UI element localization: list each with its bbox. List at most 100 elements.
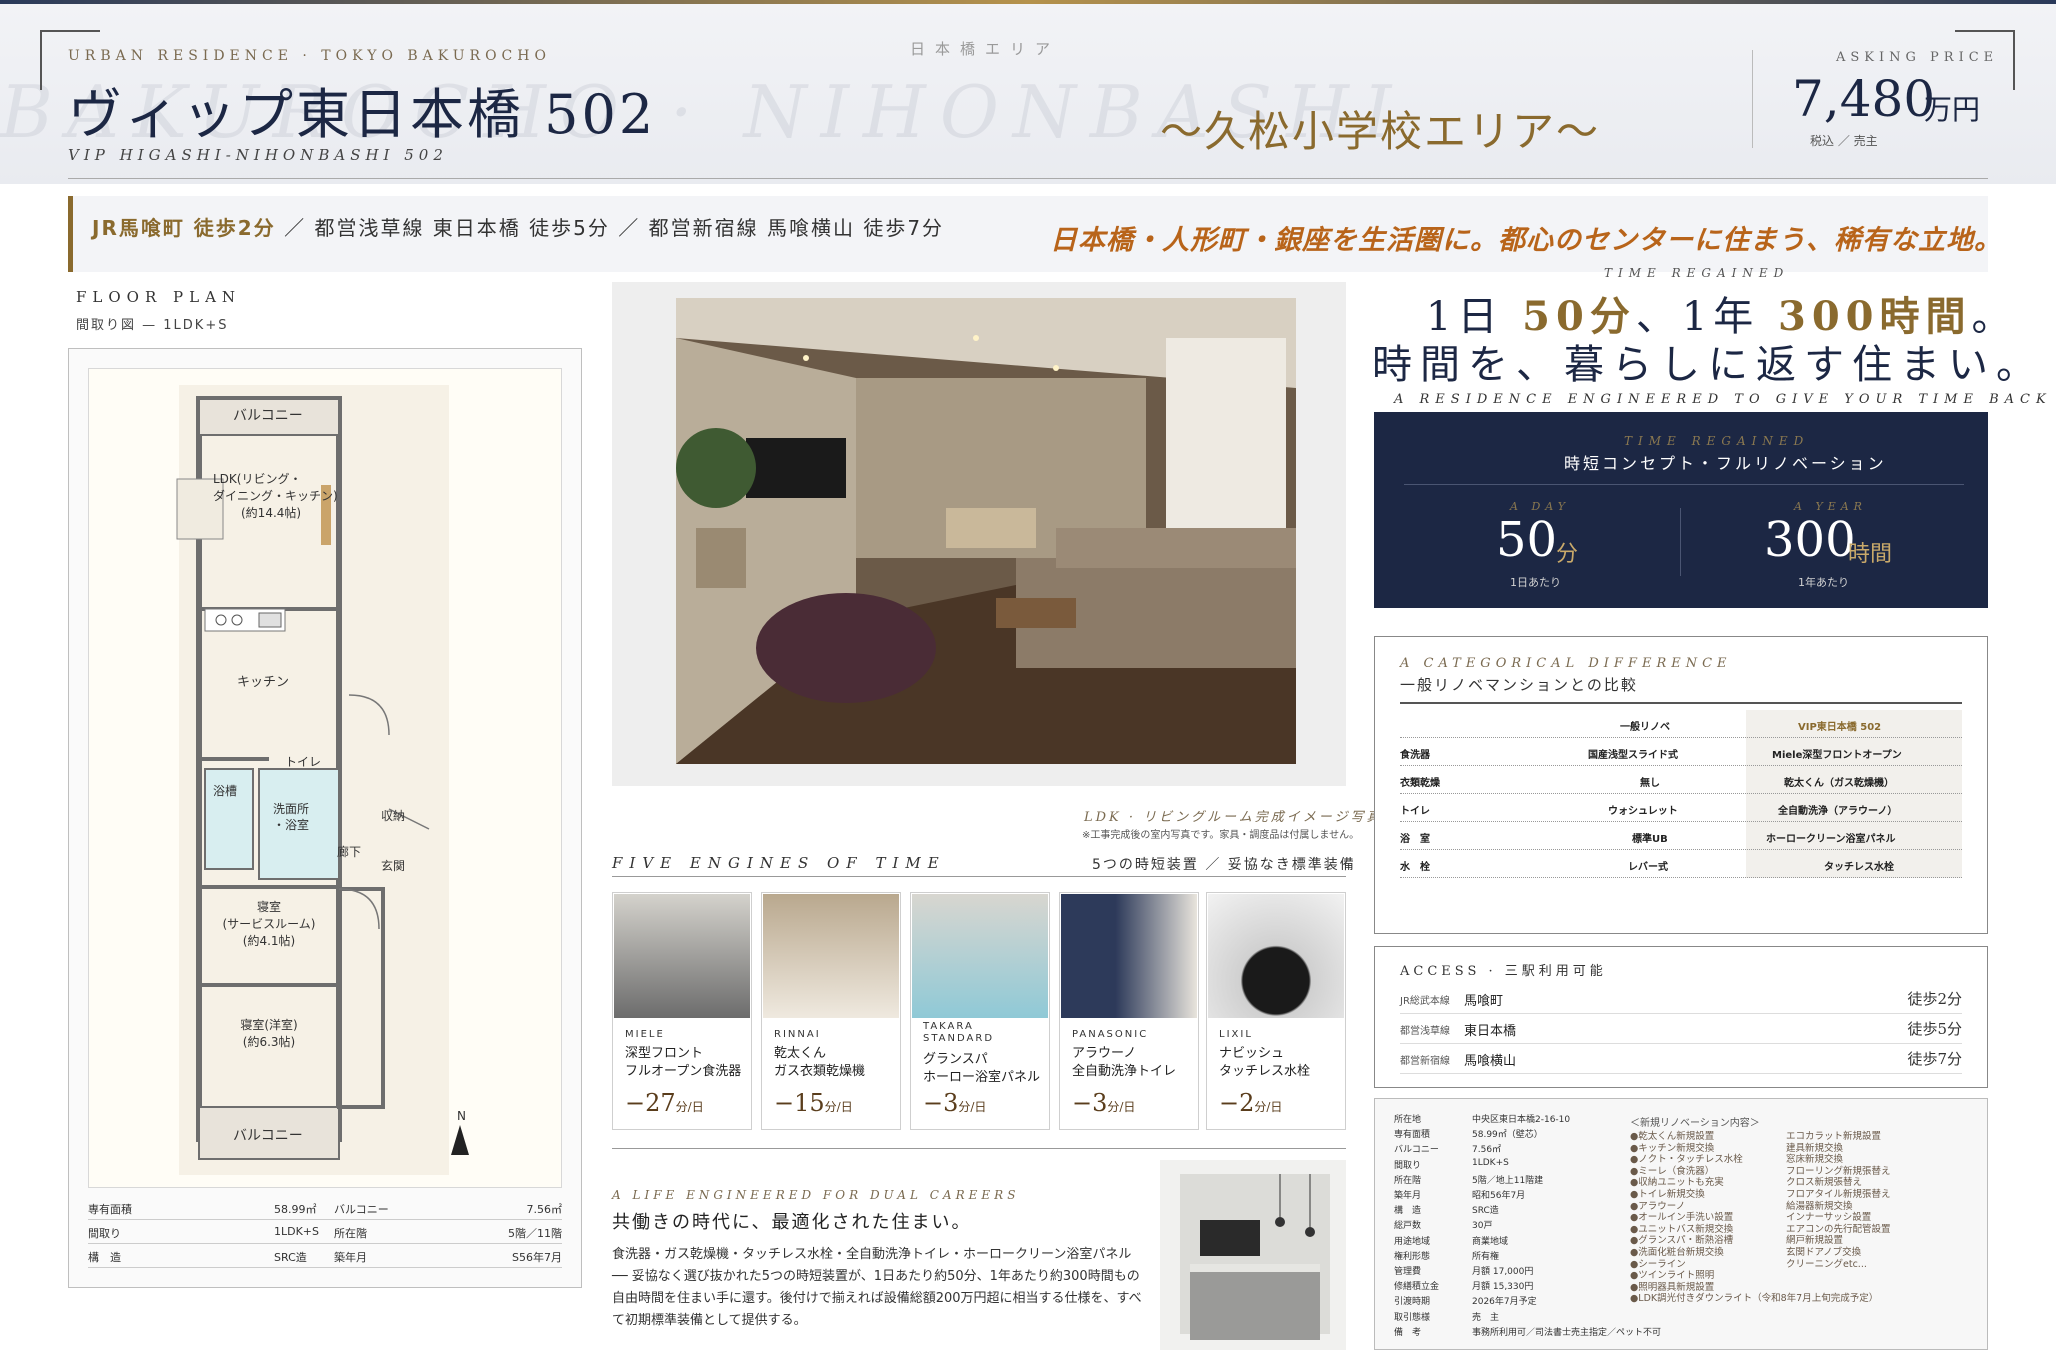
compass-n-label: N <box>457 1109 466 1123</box>
time-concept-title: 時短コンセプト・フルリノベーション <box>1564 454 1887 473</box>
room-washroom-line2: ・浴室 <box>273 818 310 832</box>
fp-key: 築年月 <box>334 1251 367 1264</box>
renovation-item: ●LDK調光付きダウンライト（令和8年7月上旬完成予定） <box>1630 1293 1879 1305</box>
engine-name-line2: ガス衣類乾燥機 <box>774 1064 866 1079</box>
col-vip-header: VIP東日本橋 502 <box>1798 722 1882 733</box>
engine-saving: −3分/日 <box>923 1089 986 1117</box>
renovation-item: クリーニングetc... <box>1786 1258 1867 1270</box>
floor-plan-label: FLOOR PLAN <box>76 288 242 306</box>
compare-item: 水 栓 <box>1400 862 1430 873</box>
area-label: 日本橋エリア <box>910 40 1061 58</box>
fp-value: 1LDK+S <box>274 1225 320 1238</box>
spec-value: 商業地域 <box>1472 1236 1509 1247</box>
engine-brand: PANASONIC <box>1072 1029 1149 1040</box>
room-hall: 廊下 <box>337 845 362 859</box>
comparison-title: 一般リノベマンションとの比較 <box>1400 676 1638 694</box>
compare-item: 衣類乾燥 <box>1400 778 1440 789</box>
compare-vip: ホーロークリーン浴室パネル <box>1766 834 1896 845</box>
spec-value: SRC造 <box>1472 1206 1499 1217</box>
comparison-row: 食洗器 国産浅型スライド式 Miele深型フロントオープン <box>1400 738 1962 766</box>
room-bedroom-western-line2: (約6.3帖) <box>242 1035 296 1049</box>
access-line: 都営新宿線 <box>1400 1056 1450 1067</box>
engine-card-faucet: LIXIL ナビッシュ タッチレス水栓 −2分/日 <box>1206 892 1346 1130</box>
comparison-row: 浴 室 標準UB ホーロークリーン浴室パネル <box>1400 822 1962 850</box>
engine-name: 乾太くん ガス衣類乾燥機 <box>774 1045 865 1081</box>
price-value: 7,480 <box>1792 70 1936 128</box>
engine-saving-value: −3 <box>923 1089 959 1117</box>
col-general-header: 一般リノベ <box>1620 722 1670 733</box>
compare-general: レバー式 <box>1628 862 1668 873</box>
engine-name-line2: タッチレス水栓 <box>1219 1064 1311 1079</box>
engine-brand: RINNAI <box>774 1029 821 1040</box>
access-line: JR総武本線 <box>1400 996 1450 1007</box>
room-ldk-line2: ダイニング・キッチン) <box>213 489 338 503</box>
bath-image <box>912 894 1048 1018</box>
dual-careers-body: 食洗器・ガス乾燥機・タッチレス水栓・全自動洗浄トイレ・ホーロークリーン浴室パネル… <box>612 1247 1142 1328</box>
time-concept-rule <box>1404 484 1964 485</box>
compare-vip: 全自動洗浄（アラウーノ） <box>1778 806 1898 817</box>
engine-saving-unit: 分/日 <box>675 1100 704 1114</box>
time-english: A RESIDENCE ENGINEERED TO GIVE YOUR TIME… <box>1394 392 2052 407</box>
kitchen-photo-illustration <box>1160 1160 1346 1350</box>
room-kitchen: キッチン <box>237 675 290 690</box>
access-station: 馬喰横山 <box>1464 1054 1517 1069</box>
spec-key: 築年月 <box>1394 1191 1422 1201</box>
fp-key: 専有面積 <box>88 1203 132 1216</box>
comparison-rule <box>1400 702 1962 704</box>
spec-key: 所在階 <box>1394 1175 1422 1186</box>
time-concept-label: TIME REGAINED <box>1624 434 1810 448</box>
header-rule <box>68 178 1988 179</box>
fp-value: 5階／11階 <box>508 1227 562 1240</box>
spec-key: 用途地域 <box>1394 1236 1431 1247</box>
compare-general: 標準UB <box>1632 834 1668 845</box>
engine-card-bath: TAKARA STANDARD グランスパ ホーロー浴室パネル −3分/日 <box>910 892 1050 1130</box>
access-primary: JR馬喰町 徒歩2分 <box>92 216 276 240</box>
engine-saving: −3分/日 <box>1072 1089 1135 1117</box>
room-toilet: トイレ <box>285 755 322 769</box>
room-bedroom-service: 寝室 (サービスルーム) (約4.1帖) <box>209 899 329 950</box>
ldk-photo-illustration <box>676 298 1296 764</box>
engine-name: グランスパ ホーロー浴室パネル <box>923 1051 1040 1087</box>
engine-saving-unit: 分/日 <box>958 1100 987 1114</box>
spec-key: 引渡時期 <box>1394 1297 1431 1308</box>
comparison-row: トイレ ウォシュレット 全自動洗浄（アラウーノ） <box>1400 794 1962 822</box>
room-ldk-line3: (約14.4帖) <box>241 506 302 520</box>
price-divider <box>1752 50 1753 148</box>
toilet-image <box>1061 894 1197 1018</box>
location-tagline: 日本橋・人形町・銀座を生活圏に。都心のセンターに住まう、稀有な立地。 <box>1050 225 2002 256</box>
access-row: 都営新宿線 馬喰横山 徒歩7分 <box>1400 1044 1962 1074</box>
spec-key: 間取り <box>1394 1160 1422 1171</box>
access-station: 馬喰町 <box>1464 994 1504 1009</box>
spec-key: 修繕積立金 <box>1394 1282 1440 1293</box>
engine-name-line2: ホーロー浴室パネル <box>923 1070 1041 1085</box>
engine-name-line1: 乾太くん <box>774 1046 827 1061</box>
compare-vip: 乾太くん（ガス乾燥機） <box>1784 778 1894 789</box>
engine-name-line1: ナビッシュ <box>1219 1046 1285 1061</box>
dual-careers-label: A LIFE ENGINEERED FOR DUAL CAREERS <box>612 1188 1020 1202</box>
spec-value: 2026年7月予定 <box>1472 1297 1537 1308</box>
fp-row: 間取り 1LDK+S 所在階 5階／11階 <box>88 1220 562 1244</box>
year-unit: 時間 <box>1848 542 1893 567</box>
engine-card-toilet: PANASONIC アラウーノ 全自動洗浄トイレ −3分/日 <box>1059 892 1199 1130</box>
room-bedroom-western: 寝室(洋室) (約6.3帖) <box>209 1017 329 1051</box>
compare-general: ウォシュレット <box>1608 806 1678 817</box>
engine-name-line2: フルオープン食洗器 <box>625 1064 742 1079</box>
engine-saving-value: −15 <box>774 1089 825 1117</box>
room-bedroom-western-line1: 寝室(洋室) <box>240 1018 298 1032</box>
access-line: 都営浅草線 <box>1400 1026 1450 1037</box>
photo-caption: LDK · リビングルーム完成イメージ写真 <box>1084 810 1383 825</box>
dryer-image <box>763 894 899 1018</box>
compare-item: 浴 室 <box>1400 834 1430 845</box>
engine-name-line2: 全自動洗浄トイレ <box>1072 1064 1177 1079</box>
five-engines-rule <box>612 876 1346 877</box>
five-engines-title: FIVE ENGINES OF TIME <box>612 854 946 872</box>
access-label: ACCESS · 三駅利用可能 <box>1400 964 1607 979</box>
photo-note: ※工事完成後の室内写真です。家具・調度品は付属しません。 <box>1082 830 1360 841</box>
room-entrance: 玄関 <box>381 859 406 873</box>
room-storage: 収納 <box>381 809 406 823</box>
fp-key: 構 造 <box>88 1251 121 1264</box>
compass-arrow-icon <box>451 1125 469 1155</box>
spec-value: 58.99㎡（壁芯） <box>1472 1130 1543 1141</box>
area-tag: 〜久松小学校エリア〜 <box>1160 107 1601 156</box>
access-walk: 徒歩2分 <box>1907 990 1962 1008</box>
